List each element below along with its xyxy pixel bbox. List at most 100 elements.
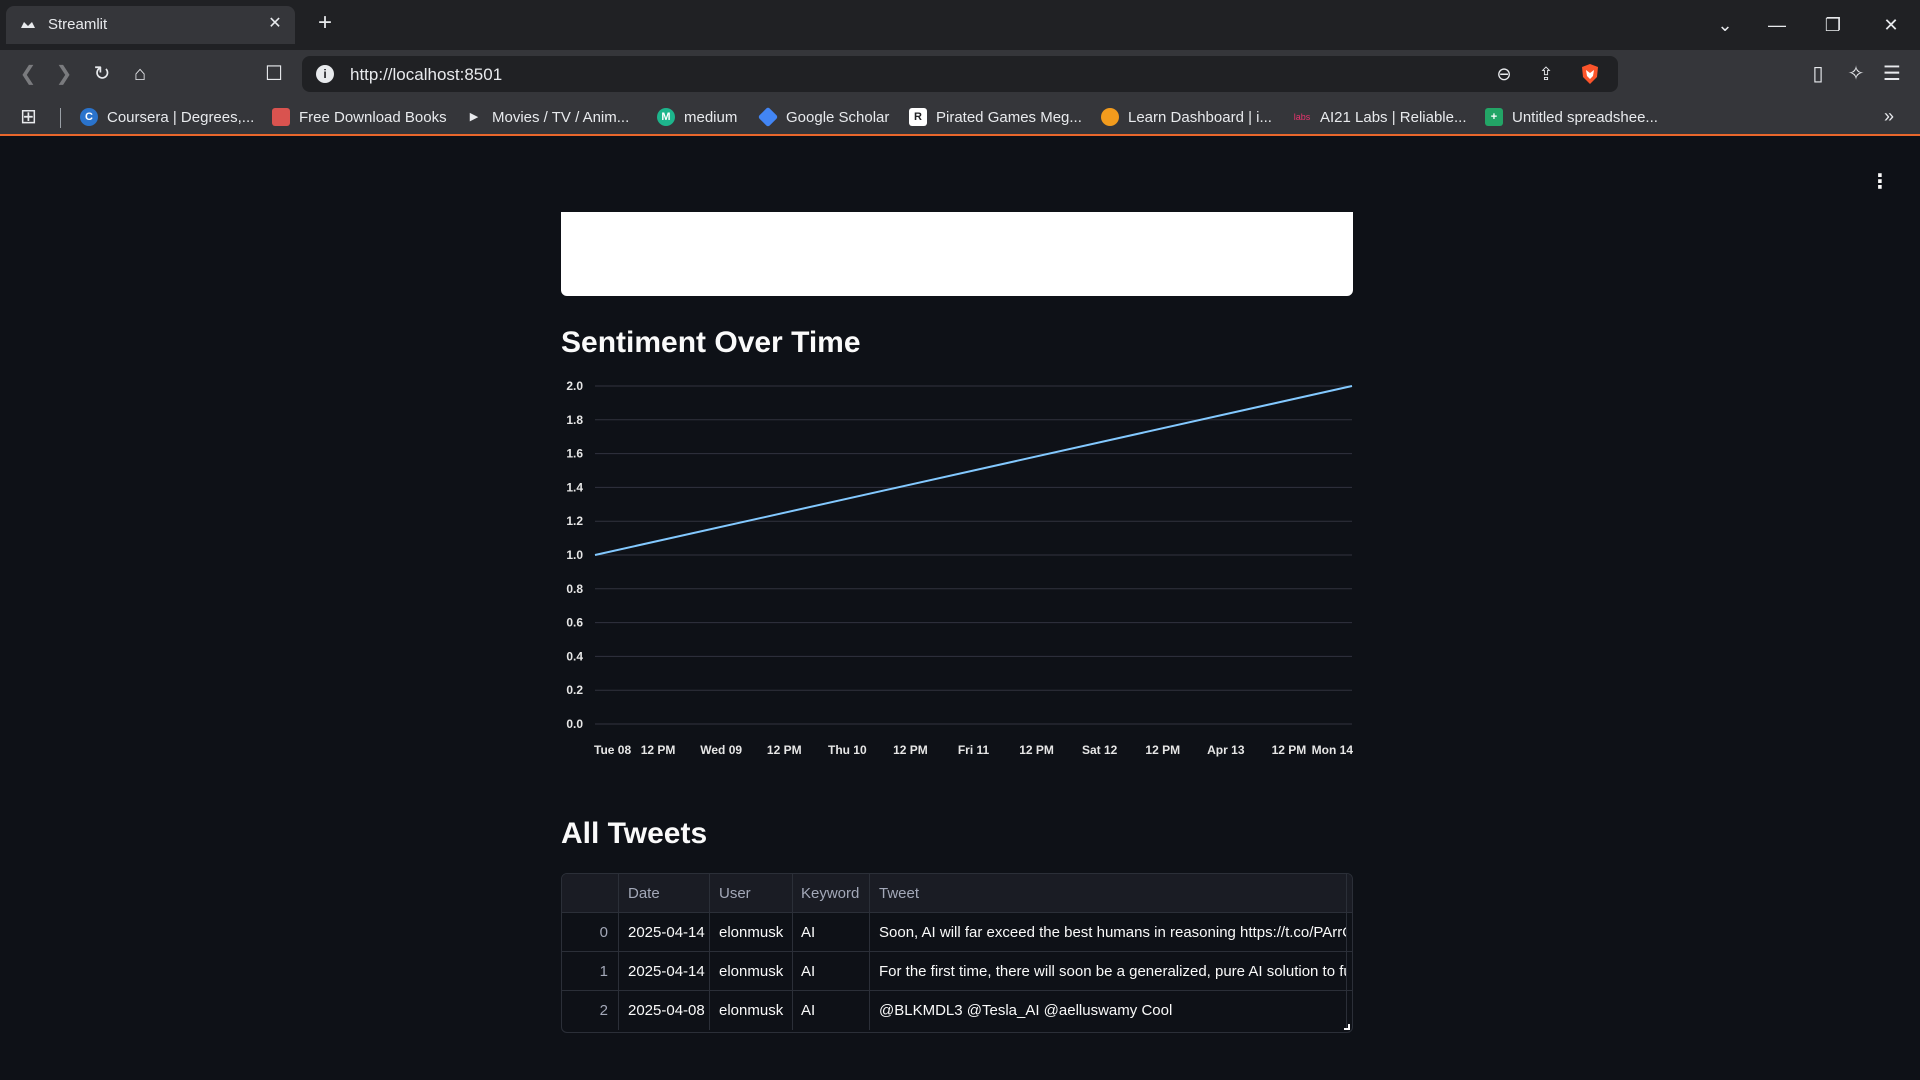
bookmark-label: Pirated Games Meg... [936, 108, 1082, 126]
y-tick-label: 1.6 [566, 447, 583, 461]
y-tick-label: 1.8 [566, 413, 583, 427]
ai21-icon: labs [1293, 112, 1311, 122]
bookmark-item[interactable]: Google Scholar [757, 106, 890, 128]
table-row[interactable]: 0 2025-04-14 elonmusk AI Soon, AI will f… [562, 913, 1352, 952]
close-window-icon[interactable]: ✕ [1876, 10, 1906, 40]
cell-tweet[interactable]: @BLKMDL3 @Tesla_AI @aelluswamy Cool [870, 991, 1347, 1030]
cell-date[interactable]: 2025-04-14 [619, 952, 710, 991]
site-info-icon[interactable]: i [316, 65, 334, 83]
more-bookmarks-icon[interactable]: » [1884, 106, 1894, 127]
cell-user[interactable]: elonmusk [710, 991, 793, 1030]
y-tick-label: 0.2 [566, 683, 583, 697]
bookmark-label: Google Scholar [786, 108, 890, 126]
bookmark-label: Coursera | Degrees,... [107, 108, 255, 126]
cell-tweet[interactable]: For the first time, there will soon be a… [870, 952, 1347, 991]
column-header-index[interactable] [562, 874, 619, 913]
zoom-icon[interactable]: ⊖ [1492, 62, 1516, 86]
tweets-table[interactable]: Date User Keyword Tweet 0 2025-04-14 elo… [561, 873, 1353, 1033]
bookmark-item[interactable]: + Untitled spreadshee... [1485, 107, 1658, 127]
browser-tab[interactable]: Streamlit ✕ [6, 6, 295, 44]
bookmark-item[interactable]: M medium [657, 107, 737, 127]
leo-ai-icon[interactable]: ✧ [1842, 60, 1870, 88]
cell-keyword[interactable]: AI [793, 952, 870, 991]
main-menu-icon[interactable]: ⋮ [1870, 172, 1890, 192]
row-index: 0 [562, 913, 619, 952]
cell-date[interactable]: 2025-04-08 [619, 991, 710, 1030]
y-tick-label: 1.2 [566, 514, 583, 528]
sentiment-line-chart: 0.0 0.2 0.4 0.6 0.8 1.0 1.2 1.4 1.6 1.8 2.0 Tue 08 1… [566, 379, 1354, 757]
table-resize-handle[interactable] [1344, 1024, 1350, 1030]
sheets-icon: + [1485, 108, 1503, 126]
x-tick-label: Tue 08 [594, 743, 631, 757]
coursera-icon: C [80, 108, 98, 126]
streamlit-icon [21, 22, 35, 28]
x-tick-label: 12 PM [1019, 743, 1054, 757]
row-index: 1 [562, 952, 619, 991]
menu-icon[interactable]: ☰ [1878, 60, 1906, 88]
sentiment-line [594, 385, 1353, 556]
browser-tab-strip: Streamlit ✕ + ⌄ — ❐ ✕ [0, 0, 1920, 50]
forward-icon[interactable]: ❯ [50, 60, 78, 88]
apps-grid-icon[interactable]: ⊞ [20, 106, 42, 128]
x-tick-label: Thu 10 [828, 743, 867, 757]
x-tick-label: 12 PM [641, 743, 676, 757]
x-tick-label: Sat 12 [1082, 743, 1118, 757]
address-bar[interactable]: i http://localhost:8501 ⊖ ⇪ [302, 56, 1618, 92]
chart-title: Sentiment Over Time [561, 326, 861, 359]
x-tick-label: 12 PM [767, 743, 802, 757]
column-header-keyword[interactable]: Keyword [793, 874, 870, 913]
y-tick-label: 1.0 [566, 548, 583, 562]
column-header-tweet[interactable]: Tweet [870, 874, 1347, 913]
bookmarks-divider [60, 108, 61, 128]
bookmark-label: medium [684, 108, 738, 126]
bookmark-label: AI21 Labs | Reliable... [1320, 108, 1467, 126]
cell-tweet[interactable]: Soon, AI will far exceed the best humans… [870, 913, 1347, 952]
column-header-user[interactable]: User [710, 874, 793, 913]
cell-keyword[interactable]: AI [793, 991, 870, 1030]
play-icon: ▶ [469, 111, 479, 123]
y-tick-label: 2.0 [566, 379, 583, 393]
close-tab-icon[interactable]: ✕ [263, 12, 287, 36]
url-text[interactable]: http://localhost:8501 [350, 65, 502, 85]
bookmark-label: Free Download Books [299, 108, 447, 126]
cell-user[interactable]: elonmusk [710, 913, 793, 952]
learn-icon [1101, 108, 1119, 126]
x-tick-label: Apr 13 [1207, 743, 1245, 757]
home-icon[interactable]: ⌂ [126, 60, 154, 88]
games-icon: R [909, 108, 927, 126]
table-row[interactable]: 2 2025-04-08 elonmusk AI @BLKMDL3 @Tesla… [562, 991, 1352, 1030]
cell-keyword[interactable]: AI [793, 913, 870, 952]
table-row[interactable]: 1 2025-04-14 elonmusk AI For the first t… [562, 952, 1352, 991]
embedded-content-box [561, 212, 1353, 296]
tab-search-chevron-icon[interactable]: ⌄ [1710, 10, 1740, 40]
table-title: All Tweets [561, 817, 708, 850]
new-tab-icon[interactable]: + [312, 11, 338, 37]
bookmark-item[interactable]: R Pirated Games Meg... [909, 107, 1082, 127]
cell-user[interactable]: elonmusk [710, 952, 793, 991]
y-tick-label: 0.8 [566, 582, 583, 596]
sidebar-toggle-icon[interactable]: ▯ [1804, 60, 1832, 88]
y-tick-label: 0.6 [566, 616, 583, 630]
cell-date[interactable]: 2025-04-14 [619, 913, 710, 952]
x-tick-label: Wed 09 [700, 743, 742, 757]
brave-shield-icon[interactable] [1578, 62, 1602, 86]
bookmark-item[interactable]: ▶ Movies / TV / Anim... [465, 107, 630, 127]
row-index: 2 [562, 991, 619, 1030]
reload-icon[interactable]: ↻ [88, 60, 116, 88]
x-tick-label: 12 PM [1272, 743, 1307, 757]
bookmark-item[interactable]: C Coursera | Degrees,... [80, 107, 254, 127]
bookmarks-bar: ⊞ C Coursera | Degrees,... Free Download… [0, 98, 1920, 136]
restore-icon[interactable]: ❐ [1818, 10, 1848, 40]
back-icon[interactable]: ❮ [14, 60, 42, 88]
x-tick-label: Fri 11 [958, 743, 990, 757]
bookmark-item[interactable]: Free Download Books [272, 107, 447, 127]
bookmark-label: Movies / TV / Anim... [492, 108, 630, 126]
column-header-date[interactable]: Date [619, 874, 710, 913]
minimize-icon[interactable]: — [1762, 10, 1792, 40]
share-icon[interactable]: ⇪ [1534, 62, 1558, 86]
x-tick-label: Mon 14 [1312, 743, 1354, 757]
bookmark-icon[interactable]: ☐ [260, 60, 288, 88]
y-tick-label: 0.4 [566, 649, 583, 663]
bookmark-item[interactable]: labs AI21 Labs | Reliable... [1293, 107, 1467, 127]
bookmark-item[interactable]: Learn Dashboard | i... [1101, 107, 1272, 127]
